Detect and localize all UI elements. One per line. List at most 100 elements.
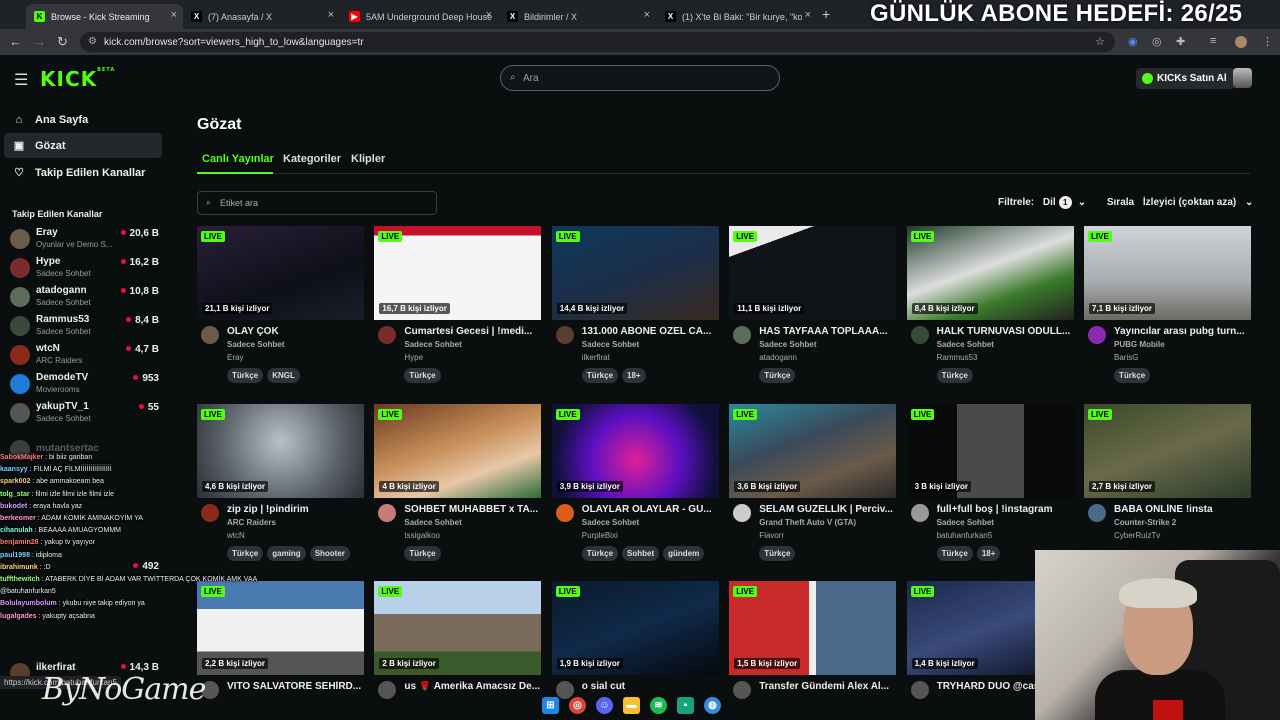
- stream-category[interactable]: Counter-Strike 2: [1114, 518, 1176, 527]
- sidebar-channel[interactable]: Rammus53 Sadece Sohbet 8,4 B: [10, 312, 165, 340]
- stream-tag[interactable]: Türkçe: [404, 368, 441, 383]
- stream-title[interactable]: Yayıncılar arası pubg turn...: [1114, 326, 1250, 337]
- stream-thumbnail[interactable]: LIVE 3,9 B kişi izliyor: [551, 403, 719, 498]
- sidebar-channel[interactable]: yakupTV_1 Sadece Sohbet 55: [10, 399, 165, 427]
- avatar[interactable]: [1088, 326, 1106, 344]
- stream-card[interactable]: LIVE 4 B kişi izliyor SOHBET MUHABBET x TA…: [374, 403, 542, 574]
- sidebar-channel[interactable]: atadogann Sadece Sohbet 10,8 B: [10, 283, 165, 311]
- stream-thumbnail[interactable]: LIVE 2,7 B kişi izliyor: [1084, 403, 1251, 498]
- menu-kebab-icon[interactable]: ⋮: [1262, 35, 1273, 48]
- stream-card[interactable]: LIVE 16,7 B kişi izliyor Cumartesi Gecesi …: [374, 226, 542, 396]
- stream-category[interactable]: Sadece Sohbet: [937, 518, 994, 527]
- stream-tag[interactable]: KNGL: [267, 368, 300, 383]
- close-icon[interactable]: ×: [171, 10, 177, 21]
- stream-tag[interactable]: Shooter: [309, 545, 350, 561]
- stream-tag[interactable]: Türkçe: [581, 368, 619, 383]
- extension-icon[interactable]: ◎: [1152, 35, 1162, 48]
- stream-category[interactable]: Sadece Sohbet: [582, 518, 639, 527]
- stream-category[interactable]: Grand Theft Auto V (GTA): [759, 518, 856, 527]
- stream-category[interactable]: Sadece Sohbet: [227, 340, 284, 349]
- extensions-puzzle-icon[interactable]: ✚: [1176, 35, 1185, 48]
- stream-title[interactable]: BABA ONLİNE !insta: [1114, 504, 1250, 515]
- stream-title[interactable]: OLAY ÇOK: [227, 326, 363, 337]
- url-field[interactable]: ⚙ kick.com/browse?sort=viewers_high_to_l…: [80, 32, 1115, 52]
- media-icon[interactable]: ≡: [1210, 35, 1216, 47]
- streamer-name[interactable]: BarisG: [1114, 353, 1138, 362]
- avatar[interactable]: [733, 326, 752, 344]
- nav-following[interactable]: ♡ Takip Edilen Kanallar: [4, 160, 162, 185]
- streamer-name[interactable]: atadogann: [759, 353, 797, 362]
- sidebar-channel[interactable]: Hype Sadece Sohbet 16,2 B: [10, 254, 165, 282]
- stream-card[interactable]: LIVE 2 B kişi izliyor us 🌹 Amerika Amacsız…: [374, 581, 542, 720]
- stream-tag[interactable]: Türkçe: [759, 368, 796, 383]
- browser-tab-x-post[interactable]: X (1) X'te Bi Baki: "Bir kurye, "kola ×: [657, 4, 817, 29]
- stream-thumbnail[interactable]: LIVE 14,4 B kişi izliyor: [551, 226, 719, 320]
- stream-title[interactable]: Transfer Gündemi Alex Al...: [759, 681, 895, 692]
- streamer-name[interactable]: Hype: [404, 353, 423, 362]
- streamer-name[interactable]: batuhanfurkan5: [937, 531, 993, 540]
- extension-icon[interactable]: ◉: [1128, 35, 1138, 48]
- network-icon[interactable]: ◍: [704, 696, 721, 714]
- stream-tag[interactable]: Türkçe: [936, 545, 973, 561]
- stream-card[interactable]: LIVE 7,1 B kişi izliyor Yayıncılar arası p…: [1084, 226, 1251, 396]
- stream-tag[interactable]: 18+: [976, 545, 1001, 561]
- streamer-name[interactable]: Eray: [227, 353, 243, 362]
- avatar[interactable]: [1088, 503, 1106, 522]
- stream-category[interactable]: Sadece Sohbet: [404, 340, 461, 349]
- avatar[interactable]: [910, 681, 929, 699]
- nav-browse[interactable]: ▣ Gözat: [4, 133, 162, 158]
- stream-tag[interactable]: 18+: [622, 368, 646, 383]
- windows-start-icon[interactable]: ⊞: [542, 696, 559, 714]
- stream-title[interactable]: SOHBET MUHABBET x TA...: [404, 504, 540, 515]
- stream-tag[interactable]: gündem: [663, 545, 705, 561]
- avatar[interactable]: [733, 503, 752, 522]
- nav-home[interactable]: ⌂ Ana Sayfa: [4, 107, 162, 132]
- sidebar-channel[interactable]: Eray Oyunlar ve Demo S... 20,6 B: [10, 225, 165, 253]
- browser-tab-x-home[interactable]: X (7) Anasayfa / X ×: [183, 4, 340, 29]
- close-icon[interactable]: ×: [805, 10, 811, 21]
- spotify-icon[interactable]: ≋: [650, 696, 667, 714]
- stream-title[interactable]: us 🌹 Amerika Amacsız De...: [404, 681, 540, 692]
- streamer-name[interactable]: Rammus53: [937, 353, 978, 362]
- browser-tab-kick[interactable]: K Browse - Kick Streaming ×: [26, 4, 183, 29]
- avatar[interactable]: [378, 326, 397, 344]
- stream-thumbnail[interactable]: LIVE 16,7 B kişi izliyor: [374, 226, 542, 320]
- tab-clips[interactable]: Klipler: [351, 153, 385, 165]
- chrome-icon[interactable]: ◎: [569, 696, 586, 714]
- tab-live-streams[interactable]: Canlı Yayınlar: [202, 153, 274, 165]
- stream-tag[interactable]: Sohbet: [622, 545, 660, 561]
- forward-icon[interactable]: →: [33, 34, 46, 50]
- stream-title[interactable]: full+full boş | !instagram: [937, 504, 1073, 515]
- stream-tag[interactable]: gaming: [267, 545, 306, 561]
- avatar[interactable]: [201, 326, 219, 344]
- stream-tag[interactable]: Türkçe: [227, 368, 264, 383]
- avatar[interactable]: [910, 503, 929, 522]
- stream-thumbnail[interactable]: LIVE 1,9 B kişi izliyor: [551, 581, 719, 675]
- stream-thumbnail[interactable]: LIVE 3 B kişi izliyor: [906, 403, 1074, 498]
- stream-card[interactable]: LIVE 21,1 B kişi izliyor OLAY ÇOK Sadece So…: [197, 226, 364, 396]
- stream-card[interactable]: LIVE 3,6 B kişi izliyor SELAM GÜZELLİK | P…: [729, 403, 897, 574]
- close-icon[interactable]: ×: [328, 10, 334, 21]
- sidebar-channel[interactable]: DemodeTV Movierooms 953: [10, 370, 165, 398]
- new-tab-icon[interactable]: +: [822, 6, 830, 22]
- stream-title[interactable]: 131.000 ABONE ÖZEL CA...: [582, 326, 718, 337]
- stream-title[interactable]: HAS TAYFAAA TOPLAAA...: [759, 326, 895, 337]
- avatar[interactable]: [910, 326, 929, 344]
- stream-category[interactable]: Sadece Sohbet: [759, 340, 816, 349]
- browser-tab-x-notifications[interactable]: X Bildirimler / X ×: [499, 4, 656, 29]
- back-icon[interactable]: ←: [9, 34, 22, 50]
- profile-avatar[interactable]: [1235, 36, 1247, 48]
- stream-card[interactable]: LIVE 3 B kişi izliyor full+full boş | !ins…: [906, 403, 1074, 574]
- stream-card[interactable]: LIVE 11,1 B kişi izliyor HAS TAYFAAA TOPLA…: [729, 226, 897, 396]
- stream-tag[interactable]: Türkçe: [581, 545, 619, 561]
- streamer-name[interactable]: PurpleBixi: [582, 531, 618, 540]
- streamer-name[interactable]: CyberRuizTv: [1114, 531, 1160, 540]
- stream-title[interactable]: Cumartesi Gecesi | !medi...: [404, 326, 540, 337]
- language-filter-dropdown[interactable]: Dil 1 ⌄: [1043, 196, 1092, 209]
- sort-dropdown[interactable]: İzleyici (çoktan aza) ⌄: [1143, 197, 1260, 208]
- streamer-name[interactable]: ilkerfirat: [582, 353, 610, 362]
- stream-card[interactable]: LIVE 8,4 B kişi izliyor HALK TURNUVASI ÖDÜ…: [906, 226, 1074, 396]
- search-input[interactable]: ⌕ Ara: [500, 65, 780, 91]
- hamburger-menu-icon[interactable]: ☰: [14, 70, 28, 90]
- avatar[interactable]: [378, 681, 397, 699]
